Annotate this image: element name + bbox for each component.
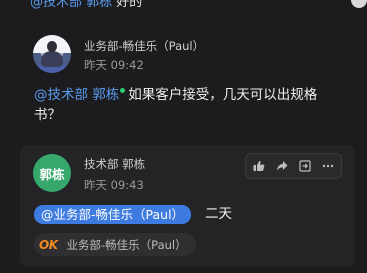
- more-icon[interactable]: [318, 156, 338, 176]
- reaction-chip[interactable]: OK 业务部-畅佳乐（Paul）: [34, 233, 196, 256]
- previous-mention[interactable]: @技术部 郭栋: [30, 0, 112, 10]
- ok-icon: OK: [39, 237, 58, 252]
- avatar[interactable]: [33, 35, 71, 73]
- message-action-toolbar: [245, 153, 342, 179]
- avatar[interactable]: 郭栋: [33, 154, 71, 192]
- message-body: @技术部 郭栋 如果客户接受，几天可以出规格书？: [34, 85, 344, 125]
- previous-message: @技术部 郭栋 好的: [30, 0, 142, 10]
- online-status-icon: [120, 88, 126, 93]
- forward-icon[interactable]: [272, 156, 292, 176]
- scroll-indicator[interactable]: [351, 0, 367, 8]
- message-timestamp: 昨天 09:42: [84, 58, 144, 72]
- thumbs-up-icon[interactable]: [249, 156, 269, 176]
- sender-name[interactable]: 技术部 郭栋: [84, 156, 145, 172]
- message-text: 二天: [205, 206, 232, 222]
- message-timestamp: 昨天 09:43: [84, 178, 144, 192]
- avatar-text: 郭栋: [39, 166, 65, 182]
- mention-link[interactable]: @技术部 郭栋: [34, 87, 119, 103]
- mention-tag[interactable]: @业务部-畅佳乐（Paul）: [34, 205, 192, 224]
- previous-message-text: 好的: [112, 0, 143, 10]
- quote-reply-icon[interactable]: [295, 156, 315, 176]
- sender-name[interactable]: 业务部-畅佳乐（Paul）: [84, 38, 204, 54]
- reaction-user: 业务部-畅佳乐（Paul）: [66, 237, 187, 252]
